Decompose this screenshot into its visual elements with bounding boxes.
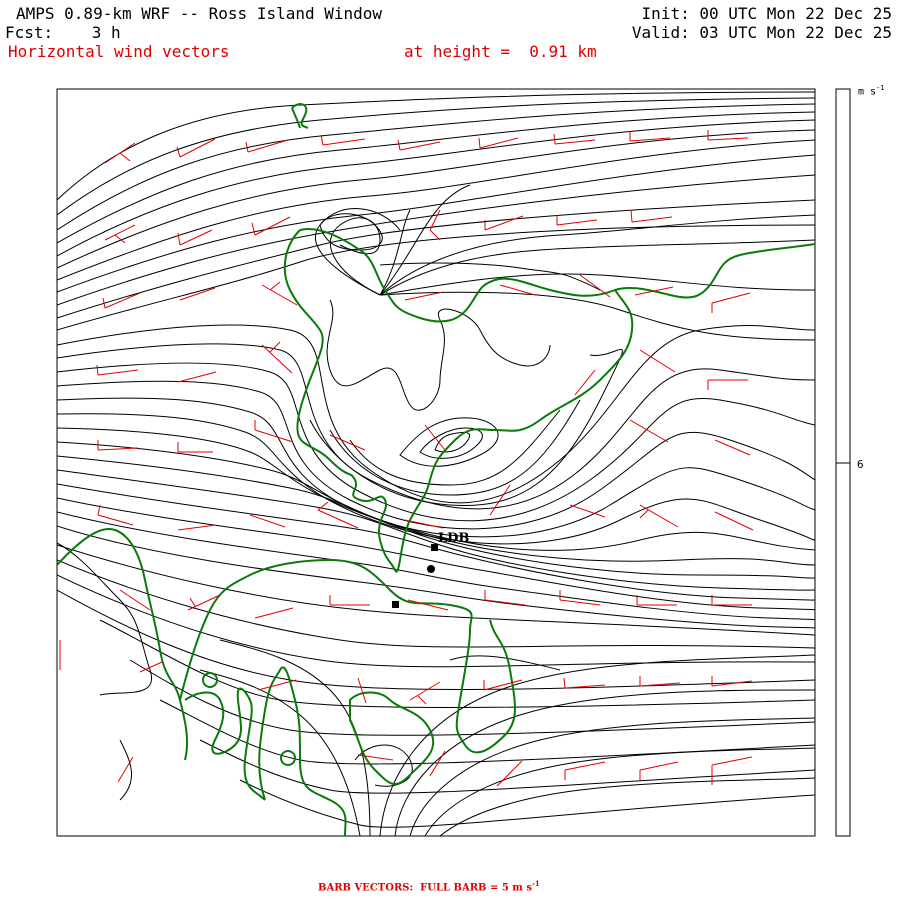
barb-legend: BARB VECTORS: FULL BARB = 5 m s-1: [318, 879, 540, 894]
wind-barbs: [59, 130, 754, 787]
streamlines: [57, 91, 815, 836]
coastline: [57, 103, 815, 836]
map-content: [57, 91, 815, 836]
station-ldb-marker: [431, 544, 438, 551]
scale-unit-label: m s-1: [858, 84, 885, 98]
scale-tick-label: 6: [857, 458, 864, 471]
station-label: LDB: [438, 531, 470, 546]
map-canvas: [56, 88, 851, 837]
station-marker: [427, 565, 435, 573]
station-marker: [392, 601, 399, 608]
